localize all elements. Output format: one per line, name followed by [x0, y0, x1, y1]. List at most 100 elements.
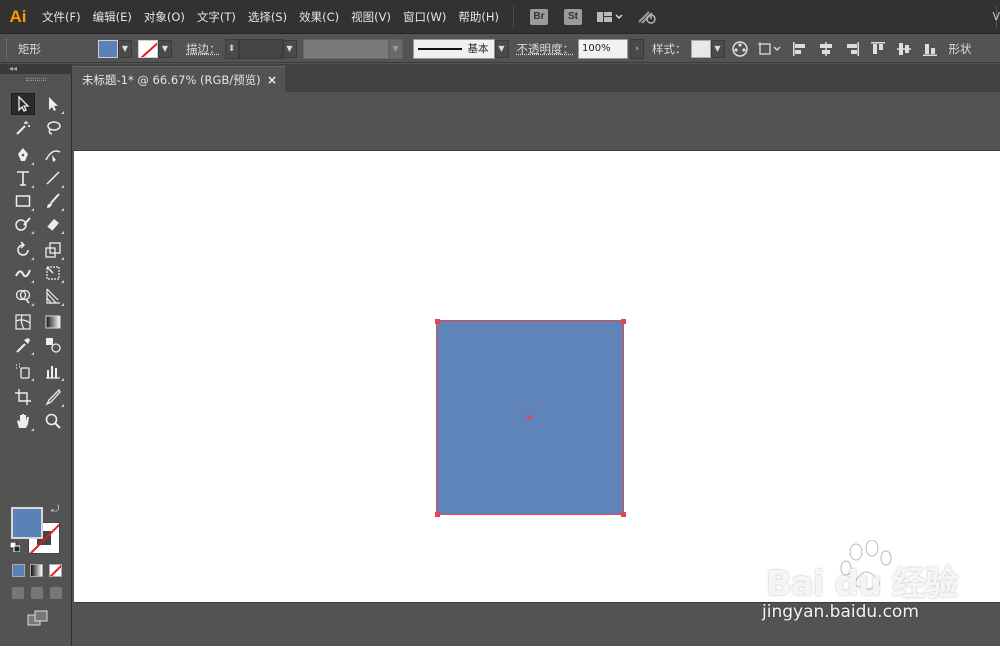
menu-file[interactable]: 文件(F): [36, 0, 87, 34]
bridge-button[interactable]: Br: [529, 8, 548, 25]
align-bottom-icon[interactable]: [919, 38, 941, 60]
eyedropper-tool-icon[interactable]: [11, 334, 35, 356]
align-right-icon[interactable]: [841, 38, 863, 60]
align-left-icon[interactable]: [789, 38, 811, 60]
document-tab-title: 未标题-1* @ 66.67% (RGB/预览): [82, 72, 261, 87]
chevron-down-icon[interactable]: ▼: [282, 39, 297, 58]
stroke-swatch-none[interactable]: [138, 39, 158, 58]
stroke-line-preview: [417, 47, 462, 50]
menu-type[interactable]: 文字(T): [191, 0, 242, 34]
document-tab-bar: 未标题-1* @ 66.67% (RGB/预览) ×: [73, 64, 1000, 92]
lasso-tool-icon[interactable]: [41, 117, 65, 139]
menu-help[interactable]: 帮助(H): [452, 0, 505, 34]
direct-selection-tool-icon[interactable]: [41, 93, 65, 115]
stroke-weight-label[interactable]: 描边：: [186, 41, 221, 57]
shape-properties-label[interactable]: 形状: [949, 41, 972, 57]
graphic-style-swatch[interactable]: [690, 39, 711, 58]
swap-fill-stroke-icon[interactable]: ⤾: [51, 504, 59, 515]
scale-tool-icon[interactable]: [41, 239, 65, 261]
free-transform-tool-icon[interactable]: [41, 262, 65, 284]
selection-tool-icon[interactable]: [11, 93, 35, 115]
stroke-weight-input[interactable]: [238, 38, 283, 59]
chevron-down-icon[interactable]: ▼: [158, 39, 172, 58]
draw-inside-icon[interactable]: [49, 586, 63, 600]
menu-edit[interactable]: 编辑(E): [87, 0, 138, 34]
rectangle-tool-icon[interactable]: [11, 190, 35, 212]
width-tool-icon[interactable]: [11, 262, 35, 284]
app-logo: Ai: [9, 6, 27, 26]
slice-tool-icon[interactable]: [41, 386, 65, 408]
zoom-tool-icon[interactable]: [41, 410, 65, 432]
shape-builder-tool-icon[interactable]: [11, 285, 35, 307]
collapse-panel-icon[interactable]: ◂◂: [0, 64, 72, 74]
recolor-artwork-icon[interactable]: [729, 38, 751, 60]
control-bar: 矩形 ▼ ▼ 描边： ⬍ ▼ ▼ 基本 ▼ 不透明度： 100% › 样式： ▼…: [0, 35, 1000, 63]
style-label: 样式：: [652, 41, 687, 56]
selection-handle-bottom-left[interactable]: [435, 512, 440, 517]
workspace-switcher-icon[interactable]: [596, 10, 624, 24]
baidu-watermark: Bai du 经验 jingyan.baidu.com: [760, 540, 990, 630]
stock-button[interactable]: St: [563, 8, 582, 25]
close-icon[interactable]: ×: [267, 73, 277, 87]
menu-select[interactable]: 选择(S): [242, 0, 293, 34]
variable-width-profile-field: [302, 38, 389, 59]
fill-swatch[interactable]: [98, 39, 118, 58]
rotate-tool-icon[interactable]: [11, 239, 35, 261]
color-mode-icon[interactable]: [12, 564, 25, 577]
curvature-tool-icon[interactable]: [41, 144, 65, 166]
gpu-performance-icon[interactable]: [636, 9, 658, 25]
watermark-url: jingyan.baidu.com: [762, 602, 919, 622]
watermark-logo-text: Bai du 经验: [766, 564, 959, 604]
column-graph-tool-icon[interactable]: [41, 360, 65, 382]
tools-panel-grip[interactable]: [26, 78, 46, 81]
chevron-down-icon[interactable]: ▼: [118, 39, 132, 58]
shaper-tool-icon[interactable]: [11, 213, 35, 235]
menu-bar-truncated-label: V: [992, 10, 1000, 23]
stroke-color-dropdown[interactable]: ▼: [138, 39, 172, 58]
type-tool-icon[interactable]: [11, 167, 35, 189]
chevron-down-icon[interactable]: ▼: [494, 39, 509, 58]
opacity-label[interactable]: 不透明度：: [517, 41, 575, 57]
chevron-down-icon: ▼: [388, 38, 403, 59]
draw-behind-icon[interactable]: [30, 586, 44, 600]
gradient-tool-icon[interactable]: [41, 311, 65, 333]
chevron-right-icon[interactable]: ›: [630, 38, 644, 59]
blend-tool-icon[interactable]: [41, 334, 65, 356]
brush-definition-dropdown[interactable]: 基本: [412, 38, 495, 59]
none-mode-icon[interactable]: [49, 564, 62, 577]
artboard-tool-icon[interactable]: [11, 386, 35, 408]
default-fill-stroke-icon[interactable]: [10, 542, 20, 552]
align-top-icon[interactable]: [867, 38, 889, 60]
gradient-mode-icon[interactable]: [30, 564, 43, 577]
selection-handle-top-right[interactable]: [621, 319, 626, 324]
fill-color-box[interactable]: [11, 507, 43, 539]
document-tab[interactable]: 未标题-1* @ 66.67% (RGB/预览) ×: [73, 66, 285, 92]
magic-wand-tool-icon[interactable]: [11, 117, 35, 139]
selected-tool-label: 矩形: [18, 41, 41, 56]
menu-window[interactable]: 窗口(W): [397, 0, 452, 34]
symbol-sprayer-tool-icon[interactable]: [11, 360, 35, 382]
align-horizontal-center-icon[interactable]: [815, 38, 837, 60]
selection-handle-bottom-right[interactable]: [621, 512, 626, 517]
draw-normal-icon[interactable]: [11, 586, 25, 600]
selection-handle-top-left[interactable]: [435, 319, 440, 324]
menu-effect[interactable]: 效果(C): [293, 0, 345, 34]
eraser-tool-icon[interactable]: [41, 213, 65, 235]
transform-dropdown-icon[interactable]: [755, 38, 785, 60]
hand-tool-icon[interactable]: [11, 410, 35, 432]
paintbrush-tool-icon[interactable]: [41, 190, 65, 212]
menu-view[interactable]: 视图(V): [345, 0, 397, 34]
opacity-input[interactable]: 100%: [578, 38, 628, 59]
fill-color-dropdown[interactable]: ▼: [98, 39, 132, 58]
chevron-down-icon[interactable]: ▼: [710, 39, 725, 58]
screen-mode-icon[interactable]: [27, 610, 49, 626]
mesh-tool-icon[interactable]: [11, 311, 35, 333]
stroke-weight-stepper[interactable]: ⬍: [224, 38, 239, 59]
perspective-grid-tool-icon[interactable]: [41, 285, 65, 307]
line-segment-tool-icon[interactable]: [41, 167, 65, 189]
menu-bar: Ai 文件(F) 编辑(E) 对象(O) 文字(T) 选择(S) 效果(C) 视…: [0, 0, 1000, 34]
align-vertical-center-icon[interactable]: [893, 38, 915, 60]
menu-object[interactable]: 对象(O): [138, 0, 191, 34]
brush-definition-label: 基本: [467, 43, 489, 55]
pen-tool-icon[interactable]: [11, 144, 35, 166]
